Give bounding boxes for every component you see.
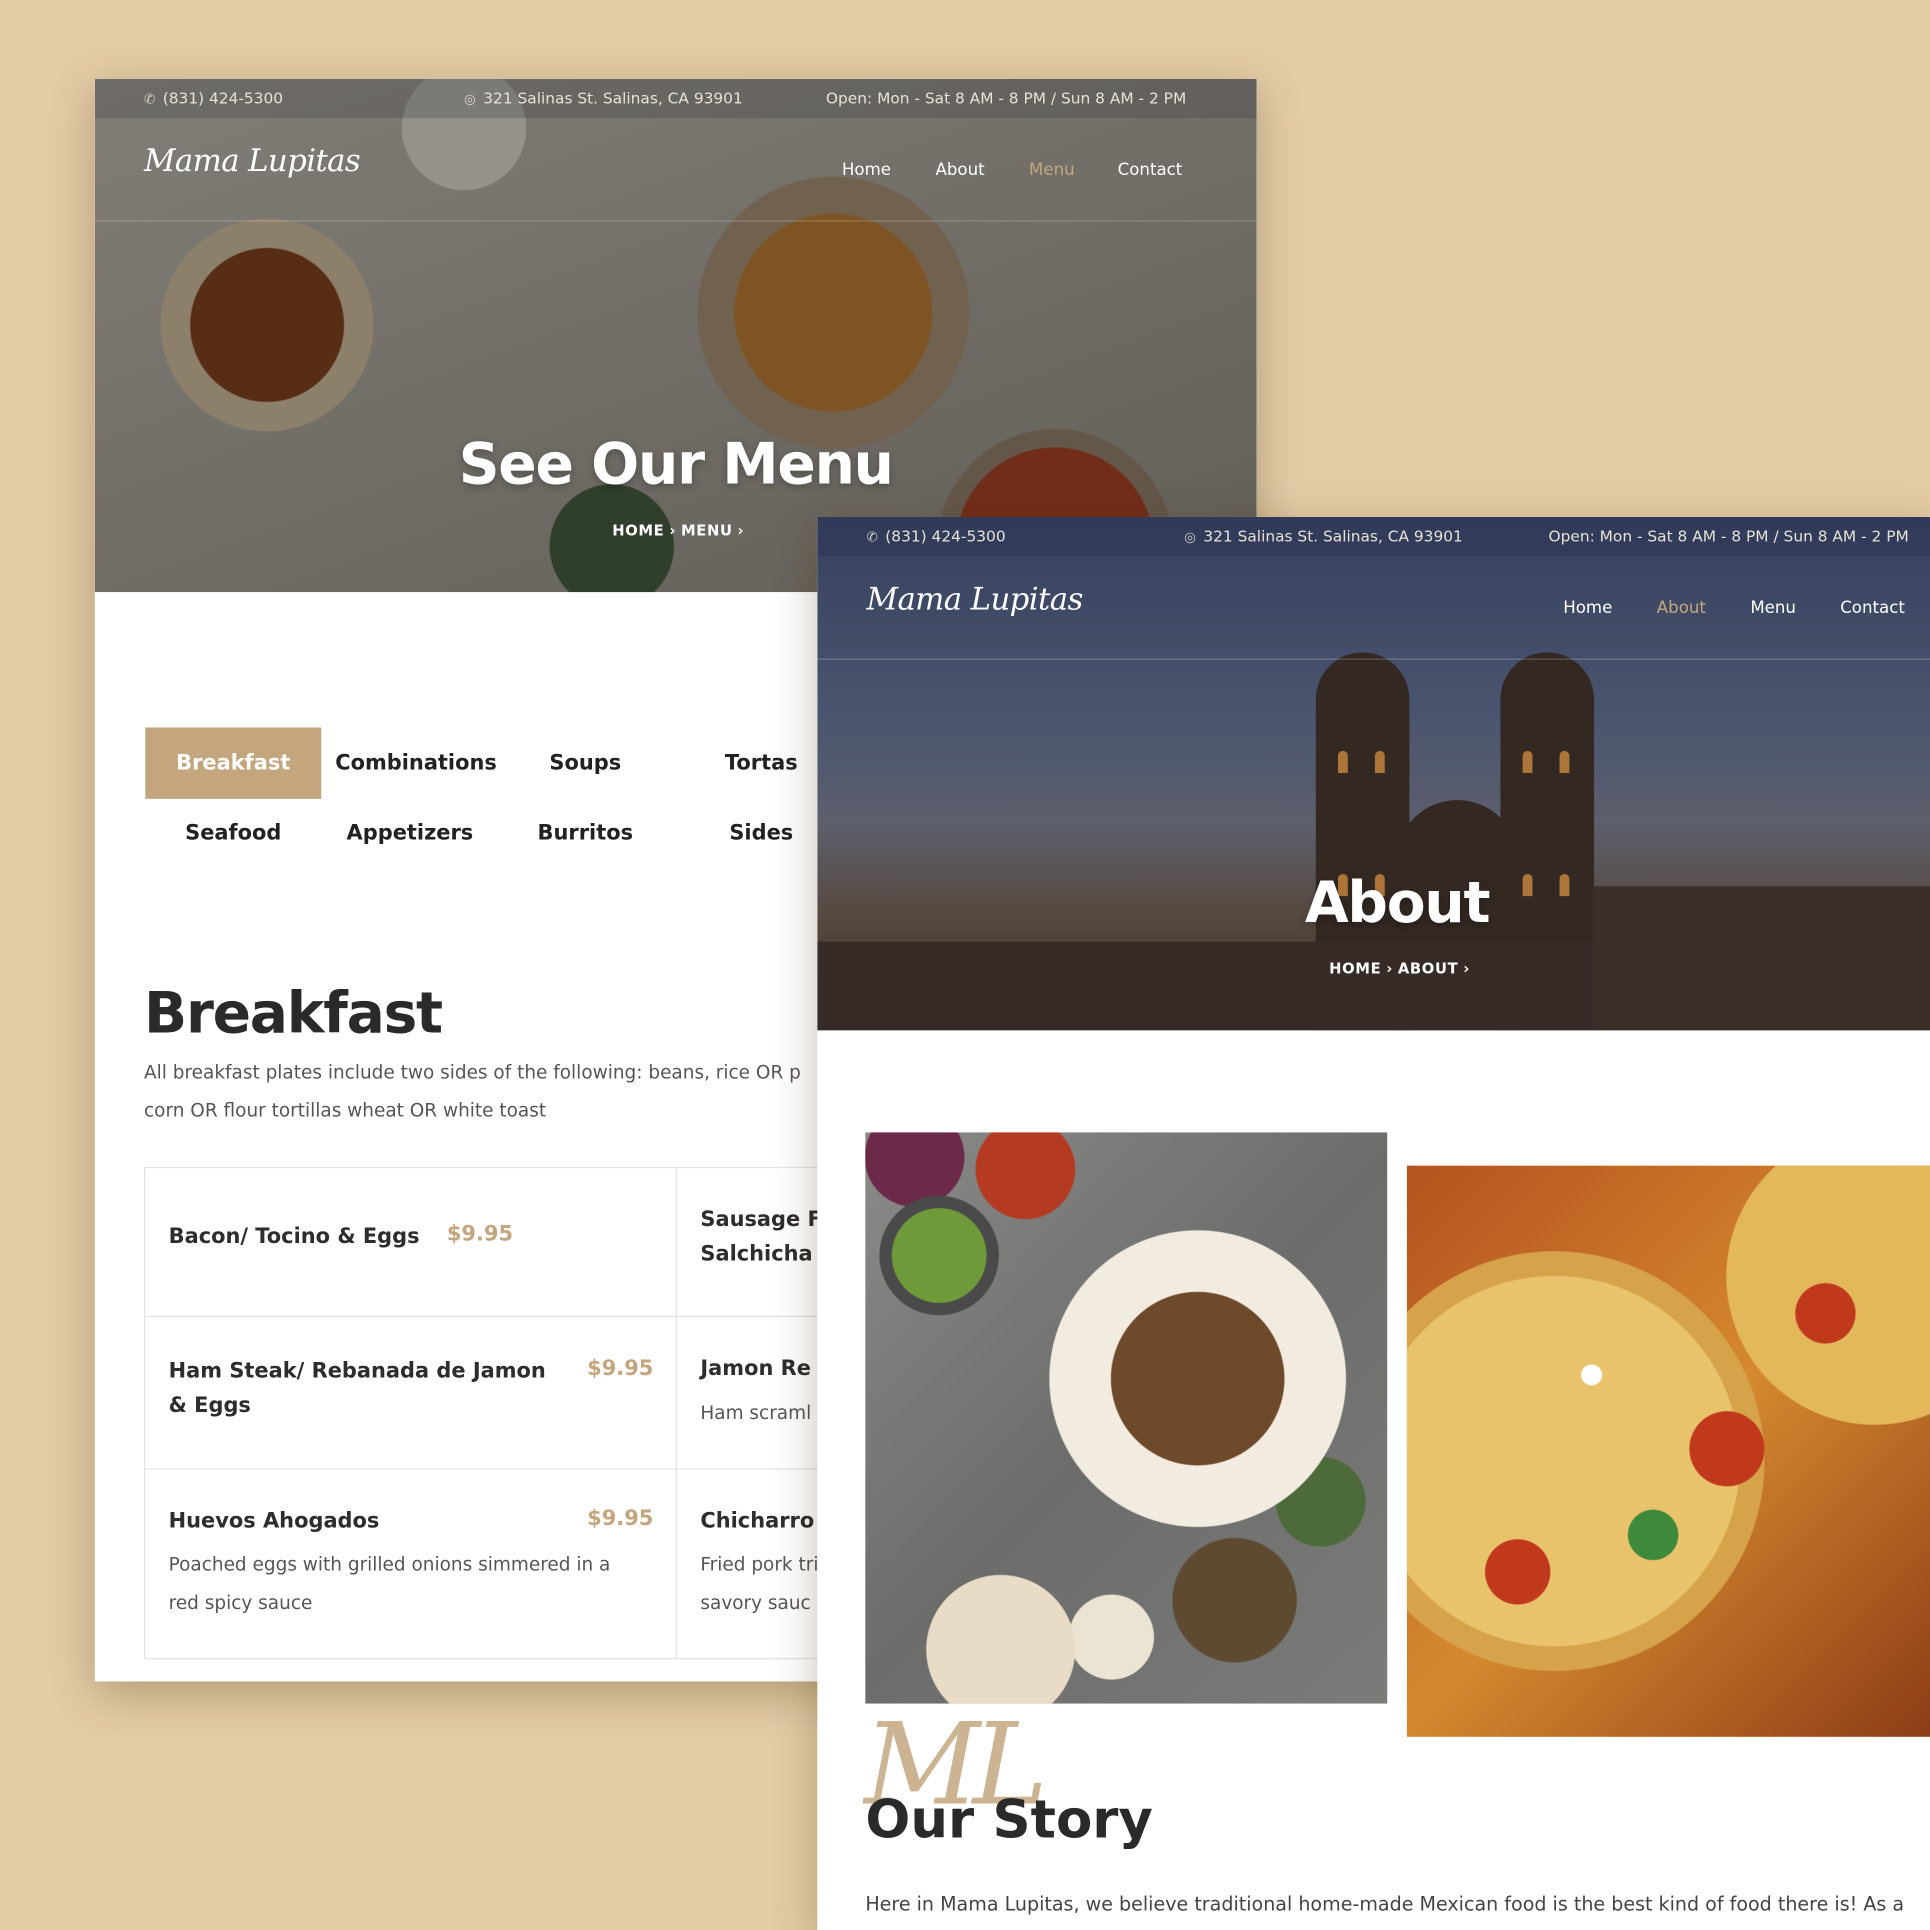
menu-item[interactable]: Huevos Ahogados $9.95 Poached eggs with … — [144, 1468, 677, 1660]
breadcrumb-menu[interactable]: MENU — [681, 522, 733, 539]
nav-home[interactable]: Home — [1563, 598, 1612, 618]
stage: ✆ (831) 424-5300 ◎ 321 Salinas St. Salinas… — [0, 0, 1930, 1930]
tab-sides[interactable]: Sides — [691, 798, 833, 869]
nav-home[interactable]: Home — [842, 160, 891, 180]
breadcrumb-home[interactable]: HOME — [612, 522, 664, 539]
item-description: Fried pork tri savory sauc — [700, 1553, 819, 1614]
main-nav: Mama Lupitas Home About Menu Contact — [94, 118, 1257, 222]
nav-contact[interactable]: Contact — [1840, 598, 1905, 618]
nav-about[interactable]: About — [1657, 598, 1706, 618]
nav-menu[interactable]: Menu — [1750, 598, 1796, 618]
tacos-photo — [1406, 1165, 1930, 1737]
phone-text: (831) 424-5300 — [885, 526, 1006, 546]
food-spread-photo — [865, 1132, 1388, 1704]
story-title: Our Story — [865, 1789, 1153, 1852]
nav-about[interactable]: About — [935, 160, 984, 180]
item-name: Jamon Re — [700, 1356, 811, 1382]
item-name: Huevos Ahogados — [168, 1509, 380, 1534]
about-hero: ✆ (831) 424-5300 ◎ 321 Salinas St. Salinas… — [817, 516, 1930, 1031]
item-name: Ham Steak/ Rebanada de Jamon & Eggs — [168, 1358, 546, 1418]
story-text: Here in Mama Lupitas, we believe traditi… — [865, 1893, 1905, 1916]
tab-soups[interactable]: Soups — [515, 727, 657, 798]
item-name: Sausage F Salchicha — [700, 1207, 822, 1267]
main-nav: Mama Lupitas Home About Menu Contact — [817, 556, 1930, 660]
address-info[interactable]: ◎ 321 Salinas St. Salinas, CA 93901 — [1184, 527, 1463, 545]
breadcrumb-about[interactable]: ABOUT — [1398, 960, 1458, 977]
info-bar: ✆ (831) 424-5300 ◎ 321 Salinas St. Salinas… — [94, 78, 1257, 119]
section-description: All breakfast plates include two sides o… — [144, 1061, 801, 1122]
item-name: Bacon/ Tocino & Eggs — [168, 1224, 420, 1250]
nav-contact[interactable]: Contact — [1118, 160, 1183, 180]
breadcrumb-home[interactable]: HOME — [1329, 960, 1381, 977]
section-title: Breakfast — [144, 979, 443, 1047]
tab-appetizers[interactable]: Appetizers — [336, 798, 484, 869]
menu-item[interactable]: Bacon/ Tocino & Eggs $9.95 — [144, 1166, 677, 1318]
breadcrumb: HOME › ABOUT › — [1329, 960, 1470, 978]
tab-combinations[interactable]: Combinations — [326, 727, 506, 798]
logo[interactable]: Mama Lupitas — [867, 581, 1084, 617]
info-bar: ✆ (831) 424-5300 ◎ 321 Salinas St. Salinas… — [817, 516, 1930, 557]
tab-burritos[interactable]: Burritos — [515, 798, 657, 869]
about-page-screenshot: ✆ (831) 424-5300 ◎ 321 Salinas St. Salinas… — [817, 516, 1930, 1930]
hours-info: Open: Mon - Sat 8 AM - 8 PM / Sun 8 AM -… — [826, 89, 1186, 107]
tab-tortas[interactable]: Tortas — [691, 727, 833, 798]
item-name: Chicharro — [700, 1509, 815, 1534]
phone-info[interactable]: ✆ (831) 424-5300 — [144, 89, 283, 107]
tab-seafood[interactable]: Seafood — [162, 798, 304, 869]
hours-text: Open: Mon - Sat 8 AM - 8 PM / Sun 8 AM -… — [825, 88, 1187, 108]
location-icon: ◎ — [1184, 529, 1196, 546]
hours-info: Open: Mon - Sat 8 AM - 8 PM / Sun 8 AM -… — [1548, 527, 1908, 545]
tab-breakfast[interactable]: Breakfast — [145, 727, 322, 799]
phone-text: (831) 424-5300 — [162, 88, 284, 108]
item-price: $9.95 — [446, 1222, 514, 1247]
item-price: $9.95 — [587, 1356, 654, 1382]
phone-icon: ✆ — [144, 91, 156, 108]
hours-text: Open: Mon - Sat 8 AM - 8 PM / Sun 8 AM -… — [1548, 526, 1909, 546]
nav-menu[interactable]: Menu — [1029, 160, 1075, 180]
page-title: About — [1304, 869, 1491, 936]
item-price: $9.95 — [587, 1506, 654, 1532]
item-description: Poached eggs with grilled onions simmere… — [168, 1553, 611, 1614]
item-description: Ham scraml — [700, 1401, 812, 1425]
address-text: 321 Salinas St. Salinas, CA 93901 — [1203, 526, 1463, 546]
phone-icon: ✆ — [866, 529, 878, 546]
menu-item[interactable]: Ham Steak/ Rebanada de Jamon & Eggs $9.9… — [144, 1315, 677, 1470]
address-info[interactable]: ◎ 321 Salinas St. Salinas, CA 93901 — [464, 89, 743, 107]
address-text: 321 Salinas St. Salinas, CA 93901 — [483, 88, 743, 108]
logo[interactable]: Mama Lupitas — [144, 143, 361, 179]
phone-info[interactable]: ✆ (831) 424-5300 — [867, 527, 1006, 545]
location-icon: ◎ — [464, 91, 476, 108]
page-title: See Our Menu — [458, 430, 894, 498]
menu-hero: ✆ (831) 424-5300 ◎ 321 Salinas St. Salinas… — [94, 78, 1257, 593]
